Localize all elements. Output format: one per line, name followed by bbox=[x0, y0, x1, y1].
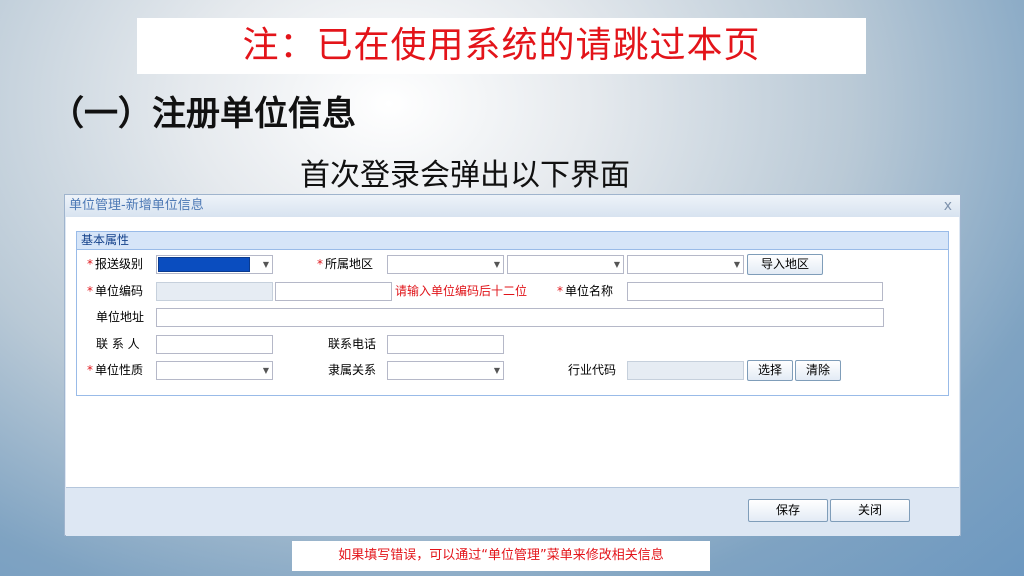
affiliation-label: 隶属关系 bbox=[328, 363, 377, 377]
unit-type-text: 单位性质 bbox=[95, 363, 144, 377]
unit-address-field[interactable] bbox=[156, 308, 884, 327]
report-level-select[interactable]: ▼ bbox=[156, 255, 273, 274]
chevron-down-icon[interactable]: ▼ bbox=[614, 259, 620, 271]
dialog-titlebar: 单位管理-新增单位信息 x bbox=[65, 195, 960, 217]
unit-code-prefix-field bbox=[156, 282, 273, 301]
chevron-down-icon[interactable]: ▼ bbox=[494, 259, 500, 271]
required-mark: * bbox=[87, 284, 93, 298]
contact-label: 联 系 人 bbox=[96, 337, 140, 351]
phone-label: 联系电话 bbox=[328, 337, 377, 351]
unit-code-label: * 单位编码 bbox=[87, 281, 143, 301]
subheading: 首次登录会弹出以下界面 bbox=[300, 158, 630, 193]
required-mark: * bbox=[87, 257, 93, 271]
dialog-body: 基本属性 * 报送级别 ▼ * 所属地区 ▼ ▼ ▼ 导入地区 * 单位编码 请输入单… bbox=[66, 217, 959, 487]
close-button[interactable]: 关闭 bbox=[830, 499, 910, 522]
add-unit-dialog: 单位管理-新增单位信息 x 基本属性 * 报送级别 ▼ * 所属地区 ▼ ▼ ▼ 导… bbox=[64, 194, 961, 536]
unit-name-field[interactable] bbox=[627, 282, 883, 301]
region-county-select[interactable]: ▼ bbox=[627, 255, 744, 274]
region-city-select[interactable]: ▼ bbox=[507, 255, 624, 274]
unit-address-label: 单位地址 bbox=[96, 310, 145, 324]
close-icon[interactable]: x bbox=[944, 195, 952, 217]
industry-code-label: 行业代码 bbox=[568, 363, 617, 377]
report-level-selection bbox=[158, 257, 250, 272]
region-text: 所属地区 bbox=[325, 257, 374, 271]
edit-tip: 如果填写错误，可以通过“单位管理”菜单来修改相关信息 bbox=[292, 541, 710, 571]
required-mark: * bbox=[317, 257, 323, 271]
required-mark: * bbox=[557, 284, 563, 298]
contact-field[interactable] bbox=[156, 335, 273, 354]
report-level-label: * 报送级别 bbox=[87, 254, 143, 274]
unit-code-hint: 请输入单位编码后十二位 bbox=[395, 284, 528, 298]
unit-name-text: 单位名称 bbox=[565, 284, 614, 298]
dialog-title: 单位管理-新增单位信息 bbox=[69, 198, 204, 213]
fieldset-title: 基本属性 bbox=[77, 232, 948, 250]
unit-name-label: * 单位名称 bbox=[557, 281, 613, 301]
chevron-down-icon[interactable]: ▼ bbox=[734, 259, 740, 271]
unit-code-field[interactable] bbox=[275, 282, 392, 301]
region-label: * 所属地区 bbox=[317, 254, 373, 274]
report-level-text: 报送级别 bbox=[95, 257, 144, 271]
save-button[interactable]: 保存 bbox=[748, 499, 828, 522]
section-heading: （一）注册单位信息 bbox=[50, 94, 356, 134]
chevron-down-icon[interactable]: ▼ bbox=[263, 365, 269, 377]
basic-attributes-fieldset: 基本属性 * 报送级别 ▼ * 所属地区 ▼ ▼ ▼ 导入地区 * 单位编码 请输入单… bbox=[76, 231, 949, 396]
required-mark: * bbox=[87, 363, 93, 377]
dialog-footer: 保存 关闭 bbox=[66, 487, 959, 536]
notice-banner: 注：已在使用系统的请跳过本页 bbox=[137, 18, 866, 74]
clear-button[interactable]: 清除 bbox=[795, 360, 841, 381]
import-region-button[interactable]: 导入地区 bbox=[747, 254, 823, 275]
unit-code-text: 单位编码 bbox=[95, 284, 144, 298]
select-button[interactable]: 选择 bbox=[747, 360, 793, 381]
region-province-select[interactable]: ▼ bbox=[387, 255, 504, 274]
unit-type-select[interactable]: ▼ bbox=[156, 361, 273, 380]
industry-code-field bbox=[627, 361, 744, 380]
unit-type-label: * 单位性质 bbox=[87, 360, 143, 380]
chevron-down-icon[interactable]: ▼ bbox=[263, 259, 269, 271]
phone-field[interactable] bbox=[387, 335, 504, 354]
chevron-down-icon[interactable]: ▼ bbox=[494, 365, 500, 377]
affiliation-select[interactable]: ▼ bbox=[387, 361, 504, 380]
